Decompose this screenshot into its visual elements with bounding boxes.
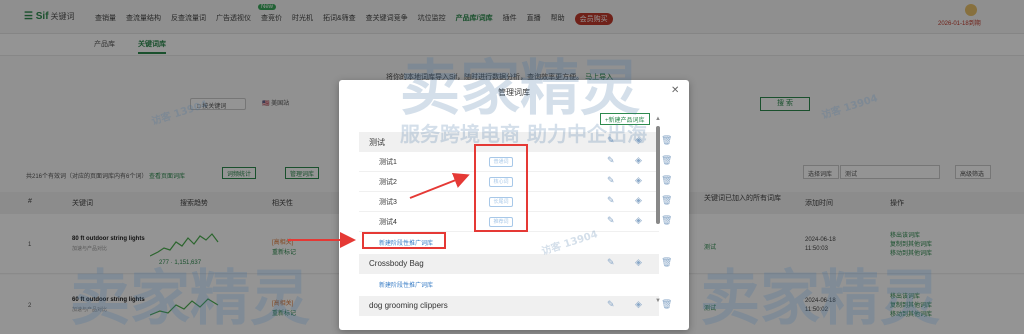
annotation-arrows — [288, 172, 470, 248]
